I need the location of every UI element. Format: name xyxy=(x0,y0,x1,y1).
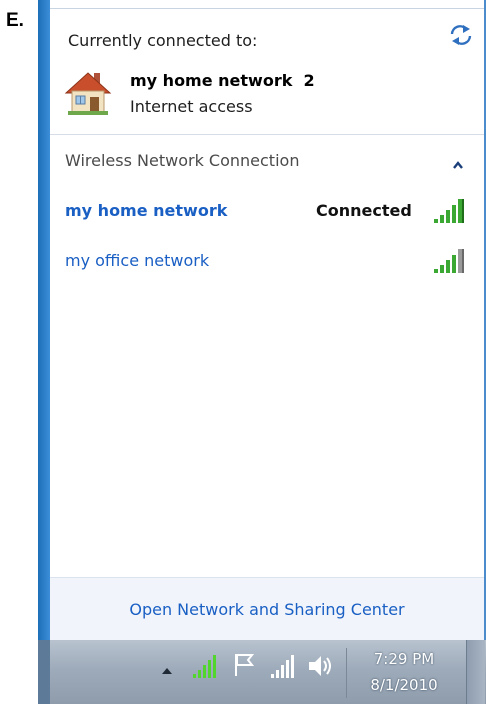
tray-separator xyxy=(346,648,347,698)
step-label: E. xyxy=(6,10,24,31)
clock-time: 7:29 PM xyxy=(373,650,435,668)
wireless-signal-icon[interactable] xyxy=(192,654,218,680)
clock-date: 8/1/2010 xyxy=(370,676,438,694)
chevron-up-icon[interactable] xyxy=(452,155,464,169)
wireless-section-header[interactable]: Wireless Network Connection xyxy=(50,135,484,177)
flyout-header-title: Currently connected to: xyxy=(68,31,258,50)
network-name: my office network xyxy=(65,251,210,270)
volume-icon[interactable] xyxy=(306,652,336,680)
signal-strength-icon xyxy=(433,245,467,275)
network-item-office[interactable]: my office network xyxy=(50,241,484,281)
wireless-section-title: Wireless Network Connection xyxy=(65,151,300,170)
taskbar-edge xyxy=(38,640,50,704)
network-flyout: Currently connected to: my home network … xyxy=(50,8,484,641)
current-network-status: Internet access xyxy=(130,97,253,116)
current-network-name: my home network 2 xyxy=(130,71,315,90)
refresh-icon[interactable] xyxy=(448,23,474,47)
desktop-background xyxy=(38,0,50,640)
network-signal-icon[interactable] xyxy=(270,654,296,680)
show-hidden-icons-arrow-icon[interactable] xyxy=(160,662,174,674)
network-connected-status: Connected xyxy=(316,201,412,220)
network-item-home[interactable]: my home network Connected xyxy=(50,191,484,231)
network-name: my home network xyxy=(65,201,228,220)
taskbar-clock[interactable]: 7:29 PM 8/1/2010 xyxy=(350,648,458,700)
flyout-footer: Open Network and Sharing Center xyxy=(50,577,484,641)
action-center-flag-icon[interactable] xyxy=(232,652,258,678)
house-icon xyxy=(64,67,112,117)
show-desktop-button[interactable] xyxy=(466,640,485,704)
open-network-sharing-center-link[interactable]: Open Network and Sharing Center xyxy=(50,600,484,619)
signal-strength-icon xyxy=(433,195,467,225)
